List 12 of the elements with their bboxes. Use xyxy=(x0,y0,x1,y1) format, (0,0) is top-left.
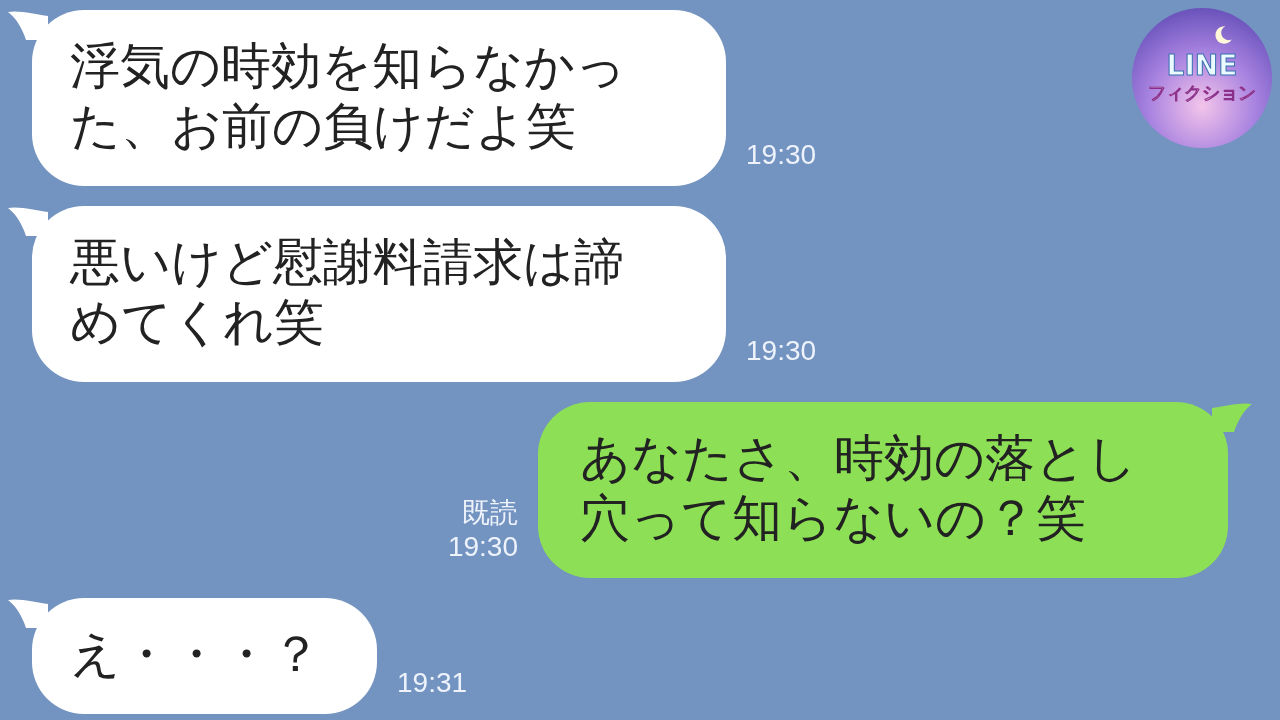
message-text: あなたさ、時効の落とし穴って知らないの？笑 xyxy=(580,428,1138,548)
read-receipt: 既読 xyxy=(462,496,518,530)
logo-subtitle: フィクション xyxy=(1148,81,1256,105)
moon-icon xyxy=(1212,24,1234,46)
message-text: 浮気の時効を知らなかった、お前の負けだよ笑 xyxy=(70,36,627,156)
logo-title: LINE xyxy=(1166,51,1238,81)
message-time: 19:30 xyxy=(447,530,518,564)
message-text: 悪いけど慰謝料請求は諦めてくれ笑 xyxy=(70,232,625,352)
message-time: 19:31 xyxy=(397,666,468,700)
message-time: 19:30 xyxy=(746,334,817,368)
message-text: え・・・？ xyxy=(70,624,321,684)
message-time: 19:30 xyxy=(746,138,817,172)
